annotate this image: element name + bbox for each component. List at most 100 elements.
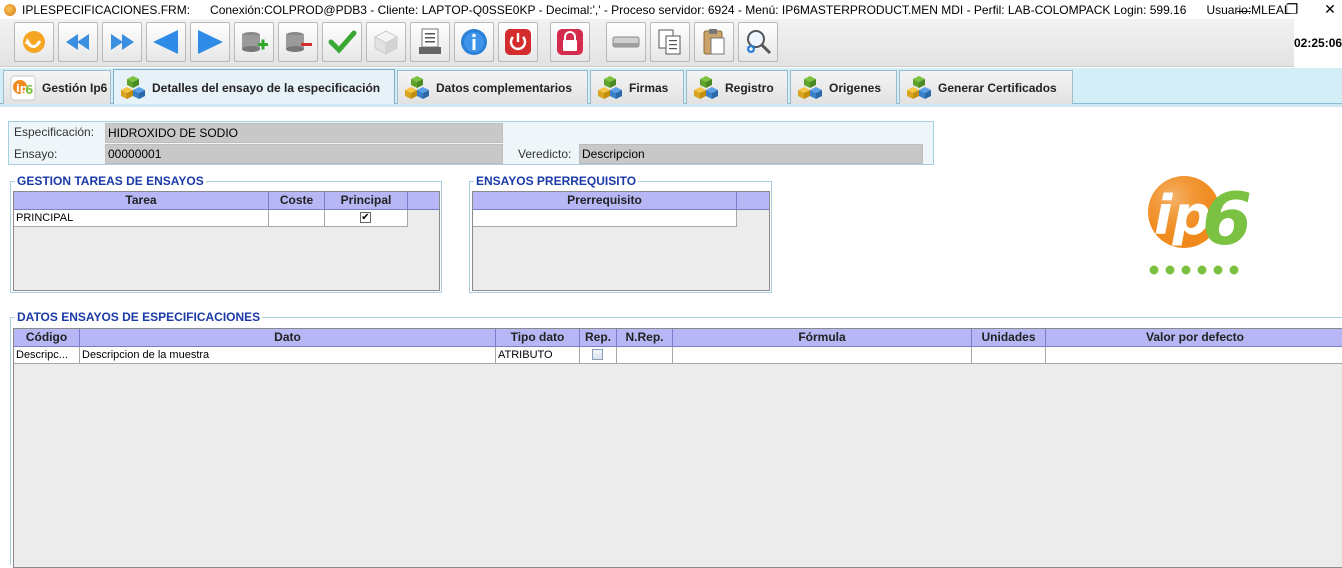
column-header-codigo[interactable]: Código xyxy=(14,329,80,347)
tab-registro[interactable]: Registro xyxy=(686,70,788,104)
nrep-cell[interactable] xyxy=(617,347,673,364)
eraser-button[interactable] xyxy=(606,22,646,62)
tab-firmas[interactable]: Firmas xyxy=(590,70,684,104)
tareas-grid: Tarea Coste Principal PRINCIPAL ✔ xyxy=(13,191,440,291)
cubes-icon xyxy=(694,75,718,99)
print-report-icon xyxy=(419,28,441,54)
first-record-icon xyxy=(66,34,89,50)
column-header-coste[interactable]: Coste xyxy=(269,192,325,210)
first-record-button[interactable] xyxy=(58,22,98,62)
clock: 02:25:06 xyxy=(1294,36,1342,50)
shutdown-button[interactable] xyxy=(498,22,538,62)
column-header-dato[interactable]: Dato xyxy=(80,329,496,347)
window-title: IPLESPECIFICACIONES.FRM: xyxy=(22,2,191,17)
previous-record-button[interactable] xyxy=(146,22,186,62)
column-header-formula[interactable]: Fórmula xyxy=(673,329,972,347)
previous-record-icon xyxy=(153,30,178,54)
tab-label: Generar Certificados xyxy=(938,80,1057,95)
column-header-valor-por-defecto[interactable]: Valor por defecto xyxy=(1046,329,1342,347)
tab-content-divider xyxy=(0,104,1342,107)
info-button[interactable] xyxy=(454,22,494,62)
formula-cell[interactable] xyxy=(673,347,972,364)
title-bar: IPLESPECIFICACIONES.FRM: Conexión:COLPRO… xyxy=(0,0,1342,19)
tareas-group: GESTION TAREAS DE ENSAYOS Tarea Coste Pr… xyxy=(10,174,442,293)
lock-button[interactable] xyxy=(550,22,590,62)
connection-info: Conexión:COLPROD@PDB3 - Cliente: LAPTOP-… xyxy=(210,2,1187,17)
search-button[interactable] xyxy=(738,22,778,62)
cube-icon xyxy=(373,30,399,55)
minimize-button[interactable]: — xyxy=(1222,0,1266,19)
tab-label: Registro xyxy=(725,80,774,95)
print-report-button[interactable] xyxy=(410,22,450,62)
principal-cell[interactable]: ✔ xyxy=(325,210,408,227)
prerrequisitos-grid: Prerrequisito xyxy=(472,191,770,291)
column-header-tipo-dato[interactable]: Tipo dato xyxy=(496,329,580,347)
tab-generar-certificados[interactable]: Generar Certificados xyxy=(899,70,1073,104)
column-header-tarea[interactable]: Tarea xyxy=(14,192,269,210)
accept-button[interactable] xyxy=(322,22,362,62)
tab-origenes[interactable]: Origenes xyxy=(790,70,897,104)
column-header-rep[interactable]: Rep. xyxy=(580,329,617,347)
shutdown-icon xyxy=(505,29,531,55)
last-record-icon xyxy=(111,34,134,50)
tareas-group-title: GESTION TAREAS DE ENSAYOS xyxy=(15,174,206,188)
exit-icon xyxy=(23,31,45,53)
prerrequisitos-group-title: ENSAYOS PRERREQUISITO xyxy=(474,174,639,188)
ensayo-label: Ensayo: xyxy=(14,147,58,161)
info-icon xyxy=(461,29,487,55)
column-header-nrep[interactable]: N.Rep. xyxy=(617,329,673,347)
column-header-principal[interactable]: Principal xyxy=(325,192,408,210)
copy-icon xyxy=(658,29,681,55)
coste-cell[interactable] xyxy=(269,210,325,227)
paste-button[interactable] xyxy=(694,22,734,62)
cubes-icon xyxy=(907,75,931,99)
ip6-logo: ip 6 xyxy=(1148,176,1252,275)
add-record-button[interactable] xyxy=(234,22,274,62)
principal-checkbox[interactable]: ✔ xyxy=(360,212,371,223)
cubes-icon xyxy=(121,75,145,99)
tarea-cell[interactable]: PRINCIPAL xyxy=(14,210,269,227)
dato-cell[interactable]: Descripcion de la muestra xyxy=(80,347,496,364)
unidades-cell[interactable] xyxy=(972,347,1046,364)
datos-group-title: DATOS ENSAYOS DE ESPECIFICACIONES xyxy=(15,310,263,324)
cube-button[interactable] xyxy=(366,22,406,62)
valor-por-defecto-cell[interactable] xyxy=(1046,347,1342,364)
tipo-dato-cell[interactable]: ATRIBUTO xyxy=(496,347,580,364)
accept-icon xyxy=(328,30,357,54)
svg-text:6: 6 xyxy=(1202,177,1252,261)
eraser-icon xyxy=(612,36,640,48)
especificacion-label: Especificación: xyxy=(14,125,95,139)
tab-strip: ip 6 Gestión Ip6 Detalles del ensayo de l… xyxy=(0,68,1342,105)
paste-icon xyxy=(703,29,725,55)
delete-record-button[interactable] xyxy=(278,22,318,62)
delete-record-icon xyxy=(286,32,312,52)
column-header-prerrequisito[interactable]: Prerrequisito xyxy=(473,192,737,210)
tab-label: Gestión Ip6 xyxy=(42,80,108,95)
tab-detalles-ensayo[interactable]: Detalles del ensayo de la especificación xyxy=(113,69,395,105)
rep-checkbox[interactable] xyxy=(592,349,603,360)
toolbar xyxy=(0,19,1294,67)
cubes-icon xyxy=(798,75,822,99)
column-header-unidades[interactable]: Unidades xyxy=(972,329,1046,347)
ip6-logo-icon: ip6 xyxy=(10,75,36,100)
tab-datos-complementarios[interactable]: Datos complementarios xyxy=(397,70,588,104)
codigo-cell[interactable]: Descripc... xyxy=(14,347,80,364)
search-icon xyxy=(747,30,772,55)
tab-gestion-ip6[interactable]: ip 6 Gestión Ip6 xyxy=(3,70,111,104)
rep-cell[interactable] xyxy=(580,347,617,364)
prerrequisito-cell[interactable] xyxy=(473,210,737,227)
lock-icon xyxy=(557,29,583,55)
last-record-button[interactable] xyxy=(102,22,142,62)
close-button[interactable]: ✕ xyxy=(1308,0,1342,19)
datos-group: DATOS ENSAYOS DE ESPECIFICACIONES Código… xyxy=(10,310,1342,568)
veredicto-field[interactable]: Descripcion xyxy=(579,144,923,164)
next-record-icon xyxy=(198,30,223,54)
exit-button[interactable] xyxy=(14,22,54,62)
ensayo-field[interactable]: 00000001 xyxy=(105,144,503,164)
copy-button[interactable] xyxy=(650,22,690,62)
especificacion-field[interactable]: HIDROXIDO DE SODIO xyxy=(105,123,503,143)
column-header-filler xyxy=(737,192,769,210)
next-record-button[interactable] xyxy=(190,22,230,62)
column-header-filler xyxy=(408,192,439,210)
app-icon xyxy=(4,3,16,16)
